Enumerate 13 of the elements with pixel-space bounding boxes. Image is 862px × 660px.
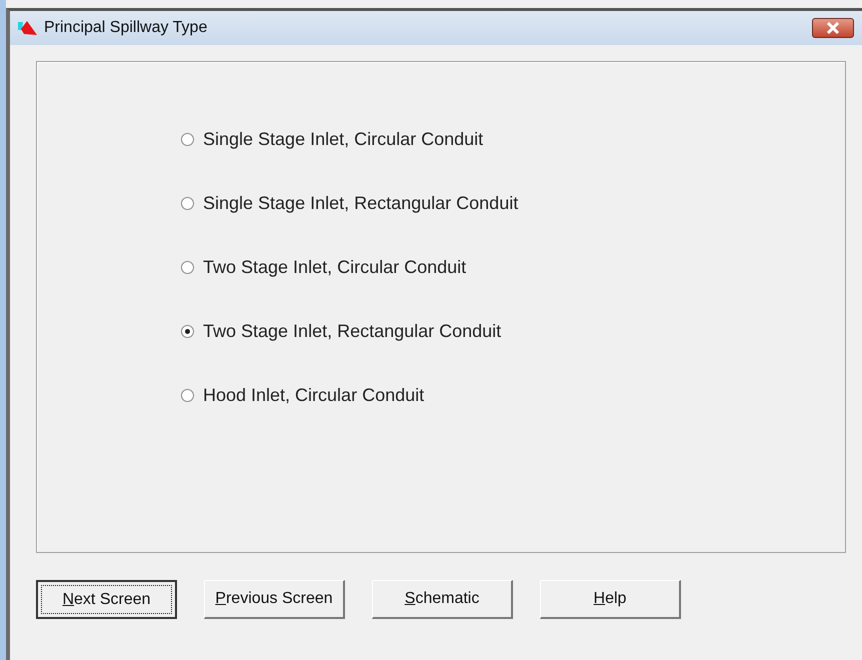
radio-option[interactable]: Two Stage Inlet, Circular Conduit <box>181 256 845 278</box>
radio-option[interactable]: Single Stage Inlet, Rectangular Conduit <box>181 192 845 214</box>
radio-option[interactable]: Hood Inlet, Circular Conduit <box>181 384 845 406</box>
dialog-button[interactable]: Help <box>540 580 681 619</box>
dialog-button[interactable]: Previous Screen <box>204 580 345 619</box>
dialog-button[interactable]: Next Screen <box>36 580 177 619</box>
radio-option[interactable]: Two Stage Inlet, Rectangular Conduit <box>181 320 845 342</box>
window-title: Principal Spillway Type <box>44 19 208 37</box>
dialog-button[interactable]: Schematic <box>372 580 513 619</box>
close-button[interactable] <box>812 18 854 38</box>
app-icon <box>18 20 38 36</box>
close-icon <box>825 22 841 34</box>
radio-option[interactable]: Single Stage Inlet, Circular Conduit <box>181 128 845 150</box>
